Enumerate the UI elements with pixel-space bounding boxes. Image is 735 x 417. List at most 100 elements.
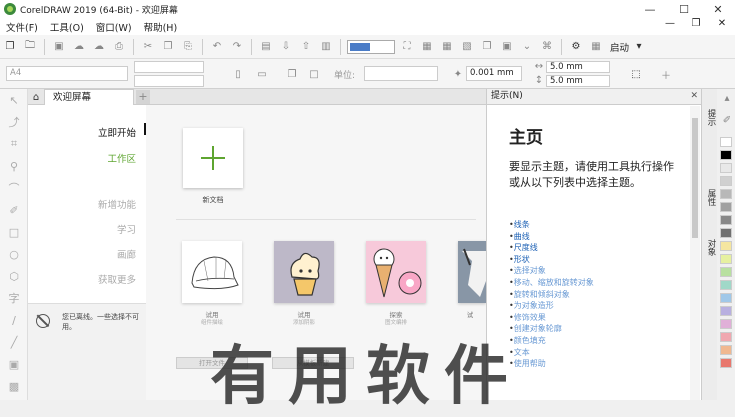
guidelines-icon[interactable]: ▧	[458, 38, 476, 56]
zoom-level-select[interactable]	[347, 39, 395, 54]
units-select[interactable]	[364, 66, 438, 81]
new-document-icon[interactable]: ❐	[1, 38, 19, 56]
snap-to-icon[interactable]: ❐	[478, 38, 496, 56]
pdf-icon[interactable]: ▥	[317, 38, 335, 56]
docker-scrollbar-thumb[interactable]	[692, 118, 698, 238]
docker-close-button[interactable]: ✕	[690, 89, 698, 104]
zoom-tool-icon[interactable]: ⚲	[0, 155, 28, 177]
transparency-tool-icon[interactable]: ▩	[0, 375, 28, 397]
hint-topic-link[interactable]: 曲线	[509, 231, 679, 243]
new-document-button[interactable]	[183, 128, 243, 188]
text-tool-icon[interactable]: 字	[0, 287, 28, 309]
menu-help[interactable]: 帮助(H)	[138, 20, 184, 34]
rulers-icon[interactable]: ▦	[418, 38, 436, 56]
full-screen-icon[interactable]: ⛶	[398, 38, 416, 56]
crop-tool-icon[interactable]: ⌗	[0, 133, 28, 155]
hint-topic-link[interactable]: 移动、缩放和旋转对象	[509, 277, 679, 289]
cloud-download-icon[interactable]: ☁	[90, 38, 108, 56]
duplicate-distance-y-field[interactable]: 5.0 mm	[546, 75, 610, 87]
nav-get-more[interactable]: 获取更多	[98, 272, 136, 286]
palette-swatch[interactable]	[720, 280, 732, 290]
palette-swatch[interactable]	[720, 189, 732, 199]
hint-topic-link[interactable]: 创建对象轮廓	[509, 323, 679, 335]
hint-topic-link[interactable]: 尺度线	[509, 242, 679, 254]
thumbnail-dog[interactable]	[458, 241, 486, 303]
palette-swatch[interactable]	[720, 137, 732, 147]
cut-icon[interactable]: ✂	[139, 38, 157, 56]
drop-shadow-tool-icon[interactable]: ▣	[0, 353, 28, 375]
page-size-select[interactable]: A4	[6, 66, 128, 81]
grid-icon[interactable]: ▦	[438, 38, 456, 56]
hint-topic-link[interactable]: 线条	[509, 219, 679, 231]
current-page-icon[interactable]: □	[305, 65, 323, 83]
tab-welcome-screen[interactable]: 欢迎屏幕	[44, 89, 134, 105]
chevron-down-icon[interactable]: ▾	[630, 38, 648, 56]
hint-topic-link[interactable]: 使用帮助	[509, 358, 679, 370]
palette-swatch[interactable]	[720, 345, 732, 355]
menu-window[interactable]: 窗口(W)	[90, 20, 138, 34]
palette-swatch[interactable]	[720, 176, 732, 186]
add-tab-button[interactable]: +	[136, 90, 150, 104]
thumbnail-cupcake[interactable]	[274, 241, 334, 303]
export-icon[interactable]: ⇧	[297, 38, 315, 56]
palette-swatch[interactable]	[720, 228, 732, 238]
parallel-dimension-tool-icon[interactable]: ∕	[0, 309, 28, 331]
page-width-field[interactable]	[134, 61, 204, 73]
doc-minimize-button[interactable]: —	[657, 18, 683, 29]
application-launcher-icon[interactable]: ▦	[587, 38, 605, 56]
palette-scroll-up-icon[interactable]: ▴	[720, 93, 734, 104]
hint-topic-link[interactable]: 旋转和倾斜对象	[509, 289, 679, 301]
menu-file[interactable]: 文件(F)	[0, 20, 44, 34]
doc-close-button[interactable]: ✕	[709, 18, 735, 29]
thumbnail-cap-sketch[interactable]	[182, 241, 242, 303]
minimize-button[interactable]: —	[633, 0, 667, 18]
lock-icon[interactable]: ⌘	[538, 38, 556, 56]
thumbnail-icecream[interactable]	[366, 241, 426, 303]
nav-whats-new[interactable]: 新增功能	[98, 197, 136, 211]
side-tab-hints[interactable]: 提示	[703, 109, 717, 126]
open-folder-icon[interactable]: 🗀	[21, 38, 39, 56]
doc-restore-button[interactable]: ❐	[683, 18, 709, 29]
search-content-icon[interactable]: ▤	[257, 38, 275, 56]
copy-icon[interactable]: ❐	[159, 38, 177, 56]
palette-swatch[interactable]	[720, 293, 732, 303]
landscape-icon[interactable]: ▭	[253, 65, 271, 83]
artistic-media-tool-icon[interactable]: ✐	[0, 199, 28, 221]
side-tab-objects[interactable]: 对象	[703, 239, 717, 256]
hint-topic-link[interactable]: 选择对象	[509, 265, 679, 277]
palette-swatch[interactable]	[720, 319, 732, 329]
pick-tool-icon[interactable]: ↖	[0, 89, 28, 111]
cloud-upload-icon[interactable]: ☁	[70, 38, 88, 56]
palette-swatch[interactable]	[720, 267, 732, 277]
palette-swatch[interactable]	[720, 202, 732, 212]
docker-scrollbar[interactable]	[690, 106, 700, 400]
ellipse-tool-icon[interactable]: ○	[0, 243, 28, 265]
add-plus-icon[interactable]: ＋	[657, 65, 675, 83]
polygon-tool-icon[interactable]: ⬡	[0, 265, 28, 287]
menu-tools[interactable]: 工具(O)	[44, 20, 90, 34]
freehand-tool-icon[interactable]: ⌒	[0, 177, 28, 199]
maximize-button[interactable]: ☐	[667, 0, 701, 18]
duplicate-distance-x-field[interactable]: 5.0 mm	[546, 61, 610, 73]
palette-swatch[interactable]	[720, 241, 732, 251]
redo-icon[interactable]: ↷	[228, 38, 246, 56]
hint-topic-link[interactable]: 形状	[509, 254, 679, 266]
side-tab-properties[interactable]: 属性	[703, 189, 717, 206]
save-icon[interactable]: ▣	[50, 38, 68, 56]
nav-learn[interactable]: 学习	[117, 222, 136, 236]
palette-swatch[interactable]	[720, 306, 732, 316]
all-pages-icon[interactable]: ❐	[283, 65, 301, 83]
palette-swatch[interactable]	[720, 163, 732, 173]
portrait-icon[interactable]: ▯	[229, 65, 247, 83]
dropdown-chevron-icon[interactable]: ⌄	[518, 38, 536, 56]
treat-as-filled-icon[interactable]: ⬚	[627, 65, 645, 83]
rectangle-tool-icon[interactable]: □	[0, 221, 28, 243]
eyedropper-icon[interactable]: ✐	[720, 115, 734, 126]
palette-swatch[interactable]	[720, 215, 732, 225]
hint-topic-link[interactable]: 修饰效果	[509, 312, 679, 324]
nudge-distance-field[interactable]: 0.001 mm	[466, 66, 522, 81]
nav-get-started[interactable]: 立即开始	[98, 125, 136, 139]
palette-swatch[interactable]	[720, 150, 732, 160]
paste-special-icon[interactable]: ▣	[498, 38, 516, 56]
undo-icon[interactable]: ↶	[208, 38, 226, 56]
